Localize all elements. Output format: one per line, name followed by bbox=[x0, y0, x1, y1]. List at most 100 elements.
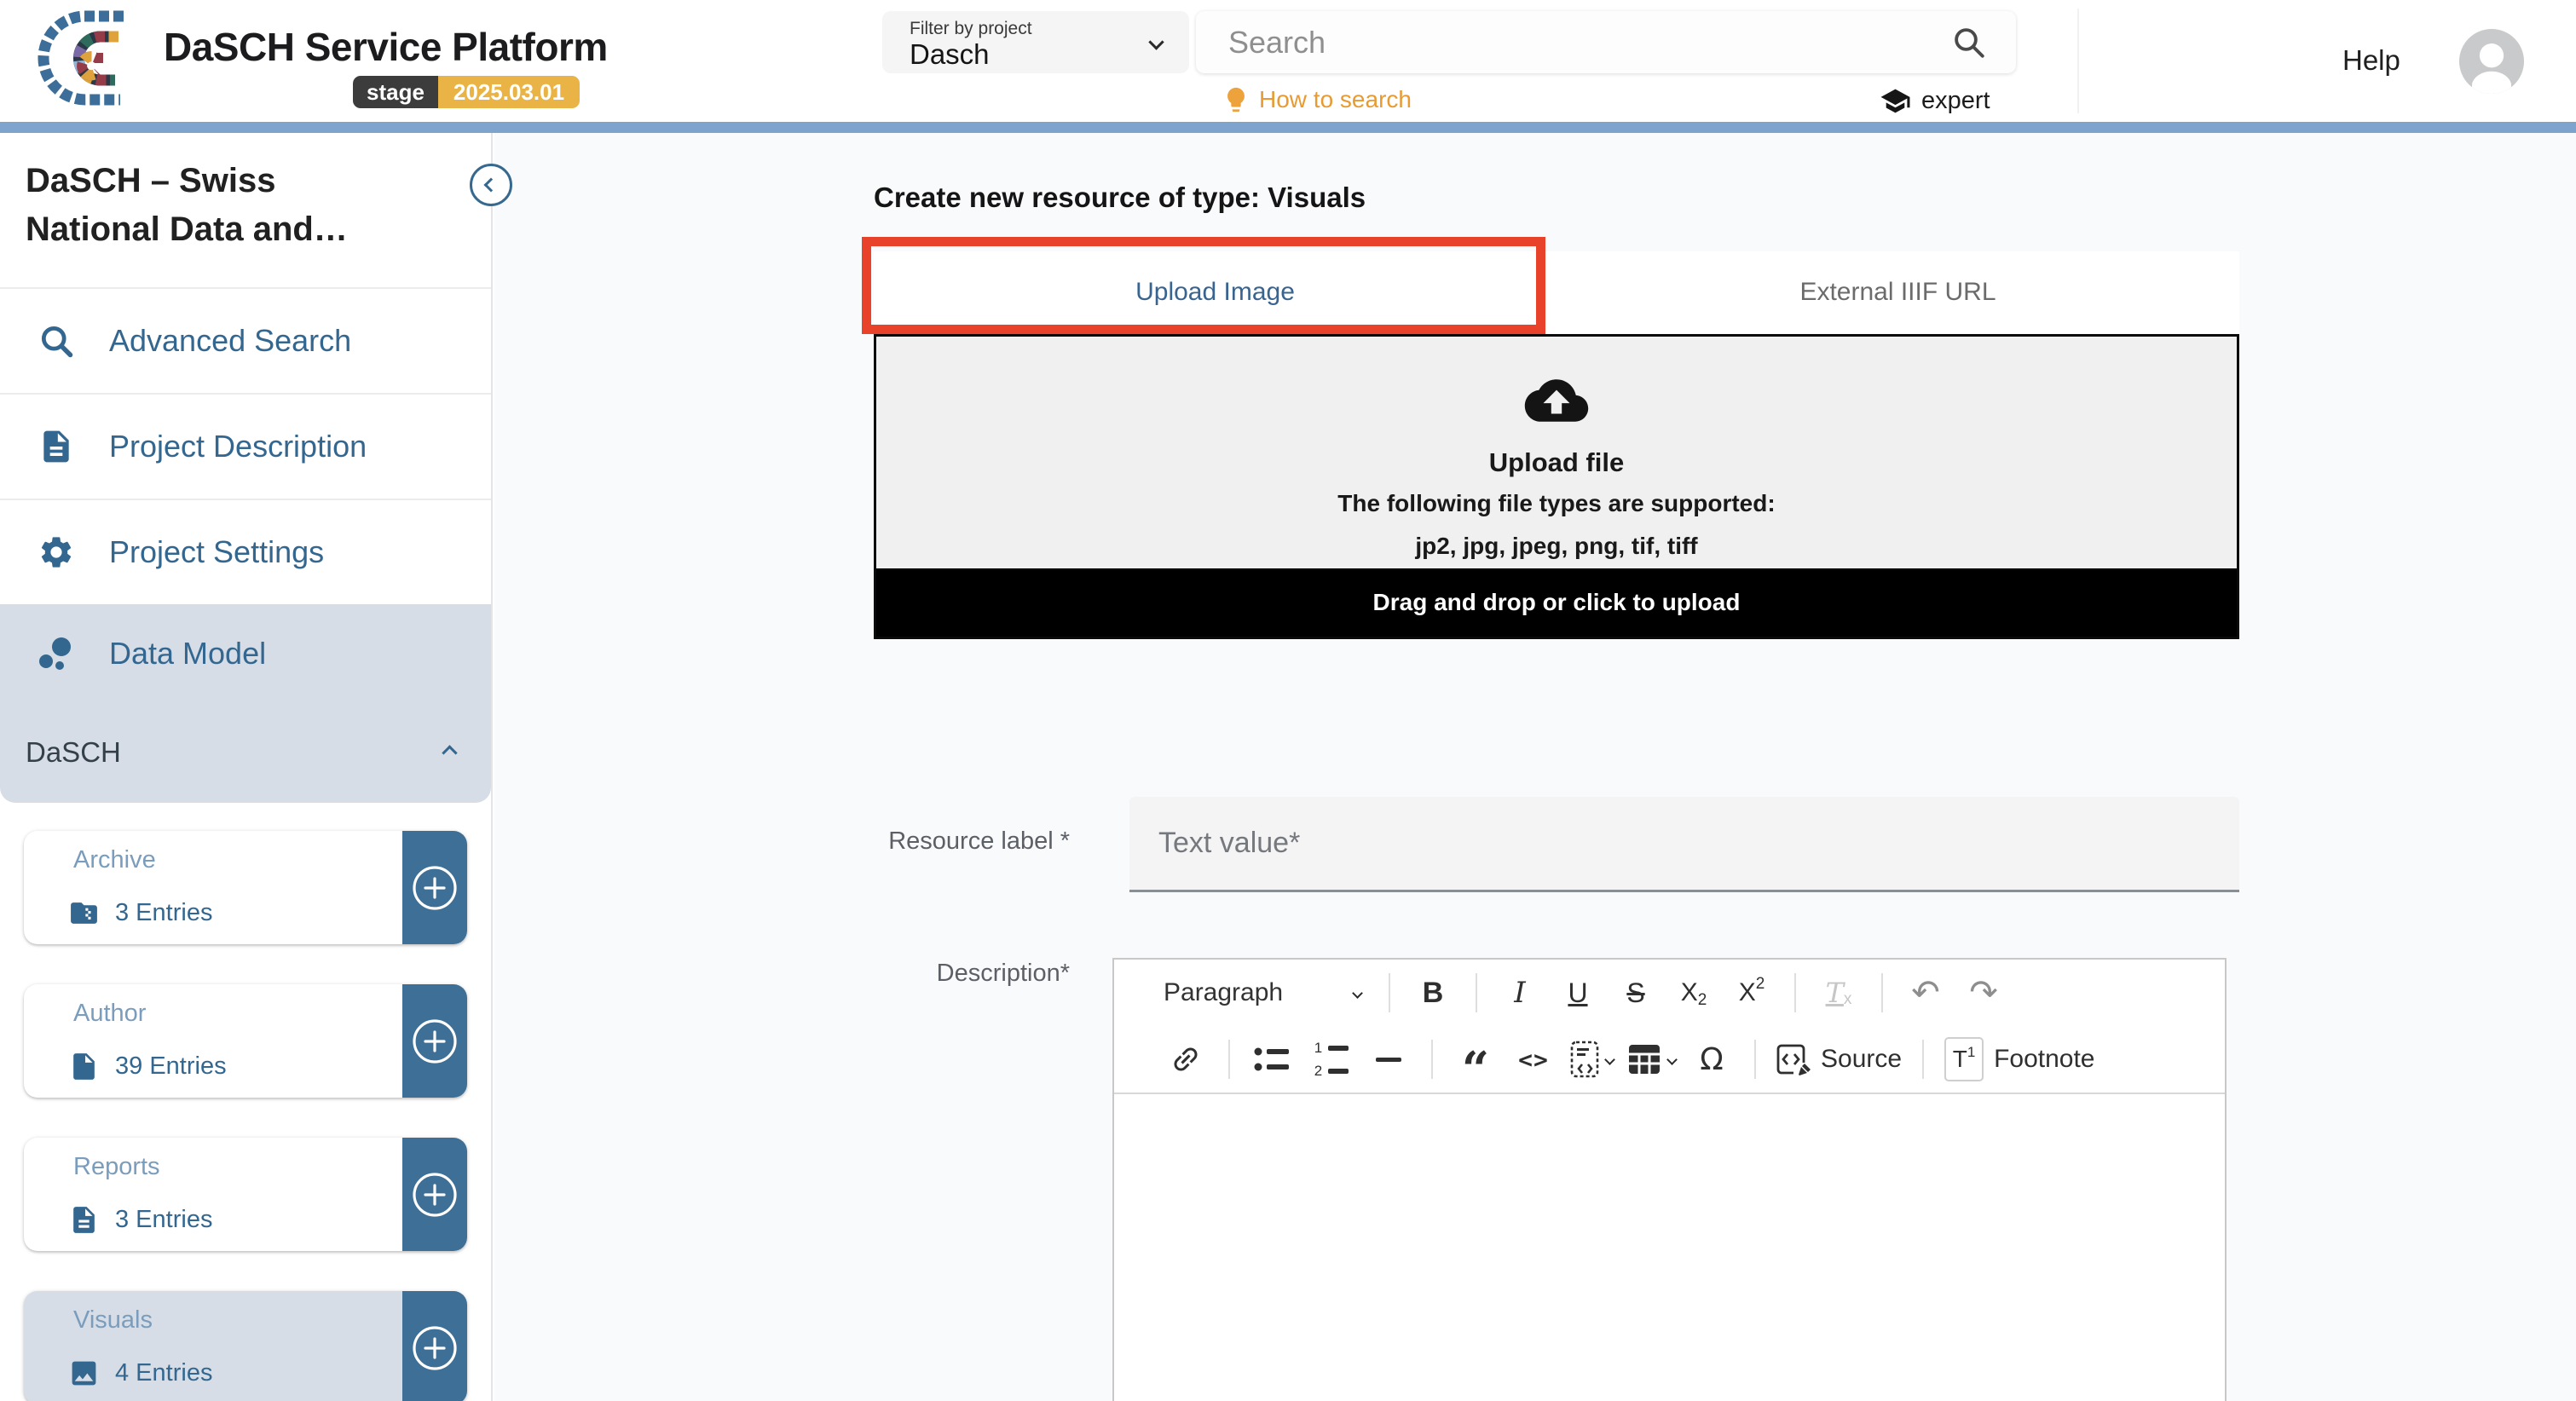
help-button[interactable]: Help bbox=[2342, 44, 2400, 77]
source-label: Source bbox=[1821, 1045, 1902, 1074]
insert-table-button[interactable] bbox=[1627, 1035, 1676, 1084]
class-card-entries[interactable]: 4 Entries bbox=[68, 1358, 212, 1389]
resource-class-list: Archive 3 Entries bbox=[0, 831, 491, 1401]
sidebar-item-project-settings[interactable]: Project Settings bbox=[0, 499, 491, 604]
remove-format-button[interactable]: Tx bbox=[1816, 968, 1861, 1018]
undo-button[interactable]: ↶ bbox=[1903, 968, 1948, 1018]
sidebar-item-data-model[interactable]: Data Model bbox=[0, 604, 491, 702]
search-field bbox=[1196, 11, 2016, 73]
class-card-title: Author bbox=[73, 1000, 146, 1028]
dasch-service-platform-screen: DaSCH Service Platform stage 2025.03.01 … bbox=[0, 0, 2576, 1401]
class-card-entries[interactable]: 3 Entries bbox=[68, 1204, 212, 1236]
editor-toolbar: Paragraph B I U S X2 X2 bbox=[1114, 960, 2225, 1094]
editor-content-area[interactable] bbox=[1114, 1094, 2225, 1401]
lightbulb-icon bbox=[1222, 85, 1250, 114]
app-title: DaSCH Service Platform bbox=[164, 24, 608, 70]
sidebar-item-label: Project Settings bbox=[109, 534, 324, 570]
sidebar-item-advanced-search[interactable]: Advanced Search bbox=[0, 287, 491, 393]
chevron-down-icon bbox=[1666, 1054, 1678, 1065]
plus-circle-icon bbox=[411, 1324, 459, 1372]
cloud-upload-icon bbox=[1522, 374, 1591, 427]
block-quote-button[interactable]: “ bbox=[1453, 1035, 1498, 1084]
toolbar-row-1: Paragraph B I U S X2 X2 bbox=[1157, 960, 2225, 1026]
sidebar-item-project-description[interactable]: Project Description bbox=[0, 393, 491, 499]
bold-button[interactable]: B bbox=[1411, 968, 1455, 1018]
report-file-icon bbox=[68, 1204, 100, 1236]
class-card-entries[interactable]: 3 Entries bbox=[68, 897, 212, 929]
data-model-icon bbox=[38, 635, 75, 672]
toolbar-separator bbox=[1228, 1040, 1230, 1079]
entries-count: 39 Entries bbox=[115, 1052, 227, 1081]
user-avatar[interactable] bbox=[2458, 28, 2525, 95]
expert-label: expert bbox=[1921, 87, 1990, 115]
class-card-archive[interactable]: Archive 3 Entries bbox=[24, 831, 467, 944]
graduation-cap-icon bbox=[1880, 85, 1911, 117]
toolbar-separator bbox=[1389, 973, 1390, 1012]
upload-supported-text: The following file types are supported: bbox=[1337, 490, 1775, 517]
document-icon bbox=[38, 428, 75, 465]
toolbar-separator bbox=[1794, 973, 1796, 1012]
dropzone-body: Upload file The following file types are… bbox=[876, 337, 2237, 568]
upload-title: Upload file bbox=[1489, 447, 1624, 478]
class-card-title: Visuals bbox=[73, 1306, 153, 1335]
paragraph-style-select[interactable]: Paragraph bbox=[1164, 968, 1368, 1018]
upload-tabbar: Upload Image External IIIF URL bbox=[874, 251, 2239, 333]
search-input[interactable] bbox=[1228, 11, 1944, 73]
entries-count: 4 Entries bbox=[115, 1359, 212, 1387]
topbar-accent bbox=[0, 122, 2576, 133]
class-card-reports[interactable]: Reports 3 Entries bbox=[24, 1138, 467, 1251]
add-archive-button[interactable] bbox=[402, 831, 467, 944]
link-button[interactable] bbox=[1164, 1035, 1208, 1084]
stage-badge: stage bbox=[353, 76, 438, 108]
archive-folder-icon bbox=[68, 897, 100, 929]
sidebar: DaSCH – Swiss National Data and… Advance… bbox=[0, 133, 493, 1401]
description-label: Description* bbox=[872, 960, 1070, 988]
resource-label-input[interactable] bbox=[1129, 797, 2239, 892]
tab-external-iiif-url[interactable]: External IIIF URL bbox=[1557, 251, 2239, 333]
main-content: Create new resource of type: Visuals Upl… bbox=[494, 133, 2576, 1401]
search-bar: Filter by project Dasch bbox=[882, 11, 2016, 73]
underline-button[interactable]: U bbox=[1556, 968, 1600, 1018]
add-visuals-button[interactable] bbox=[402, 1291, 467, 1401]
italic-button[interactable]: I bbox=[1498, 968, 1542, 1018]
upload-filetypes: jp2, jpg, jpeg, png, tif, tiff bbox=[1415, 533, 1697, 560]
search-icon[interactable] bbox=[1951, 25, 1987, 61]
strikethrough-button[interactable]: S bbox=[1614, 968, 1658, 1018]
class-card-visuals[interactable]: Visuals 4 Entries bbox=[24, 1291, 467, 1401]
rich-text-editor: Paragraph B I U S X2 X2 bbox=[1112, 958, 2227, 1401]
subscript-button[interactable]: X2 bbox=[1672, 968, 1716, 1018]
numbered-list-button[interactable]: 1 2 bbox=[1308, 1035, 1353, 1084]
add-author-button[interactable] bbox=[402, 984, 467, 1098]
tab-upload-image[interactable]: Upload Image bbox=[874, 251, 1557, 333]
inline-code-button[interactable]: <> bbox=[1511, 1035, 1556, 1084]
footnote-label: Footnote bbox=[1994, 1045, 2094, 1074]
add-reports-button[interactable] bbox=[402, 1138, 467, 1251]
special-character-button[interactable]: Ω bbox=[1689, 1035, 1734, 1084]
source-button[interactable]: Source bbox=[1776, 1035, 1902, 1084]
dropzone-footer-label: Drag and drop or click to upload bbox=[1373, 589, 1741, 616]
dropzone-footer[interactable]: Drag and drop or click to upload bbox=[876, 568, 2237, 637]
horizontal-rule-button[interactable] bbox=[1366, 1035, 1411, 1084]
redo-button[interactable]: ↷ bbox=[1961, 968, 2006, 1018]
env-badges: stage 2025.03.01 bbox=[353, 76, 580, 108]
bulleted-list-button[interactable] bbox=[1250, 1035, 1295, 1084]
footnote-button[interactable]: T1 Footnote bbox=[1944, 1035, 2094, 1084]
project-filter-select[interactable]: Filter by project Dasch bbox=[882, 11, 1189, 73]
search-icon bbox=[38, 322, 75, 360]
file-dropzone[interactable]: Upload file The following file types are… bbox=[874, 334, 2239, 639]
project-filter-label: Filter by project bbox=[910, 19, 1032, 39]
plus-circle-icon bbox=[411, 1018, 459, 1065]
dasch-logo-icon[interactable] bbox=[22, 4, 152, 117]
sidebar-collapse-button[interactable] bbox=[470, 164, 512, 206]
class-card-entries[interactable]: 39 Entries bbox=[68, 1051, 227, 1082]
sidebar-item-label: Advanced Search bbox=[109, 323, 351, 359]
superscript-button[interactable]: X2 bbox=[1730, 968, 1774, 1018]
code-block-button[interactable] bbox=[1569, 1035, 1614, 1084]
expert-toggle[interactable]: expert bbox=[1880, 85, 1990, 117]
ontology-accordion-header[interactable]: DaSCH bbox=[0, 702, 491, 803]
gear-icon bbox=[38, 533, 75, 571]
how-to-search-link[interactable]: How to search bbox=[1222, 85, 1412, 114]
search-subrow: How to search expert bbox=[882, 85, 2016, 119]
class-card-author[interactable]: Author 39 Entries bbox=[24, 984, 467, 1098]
footnote-icon: T1 bbox=[1944, 1037, 1984, 1081]
